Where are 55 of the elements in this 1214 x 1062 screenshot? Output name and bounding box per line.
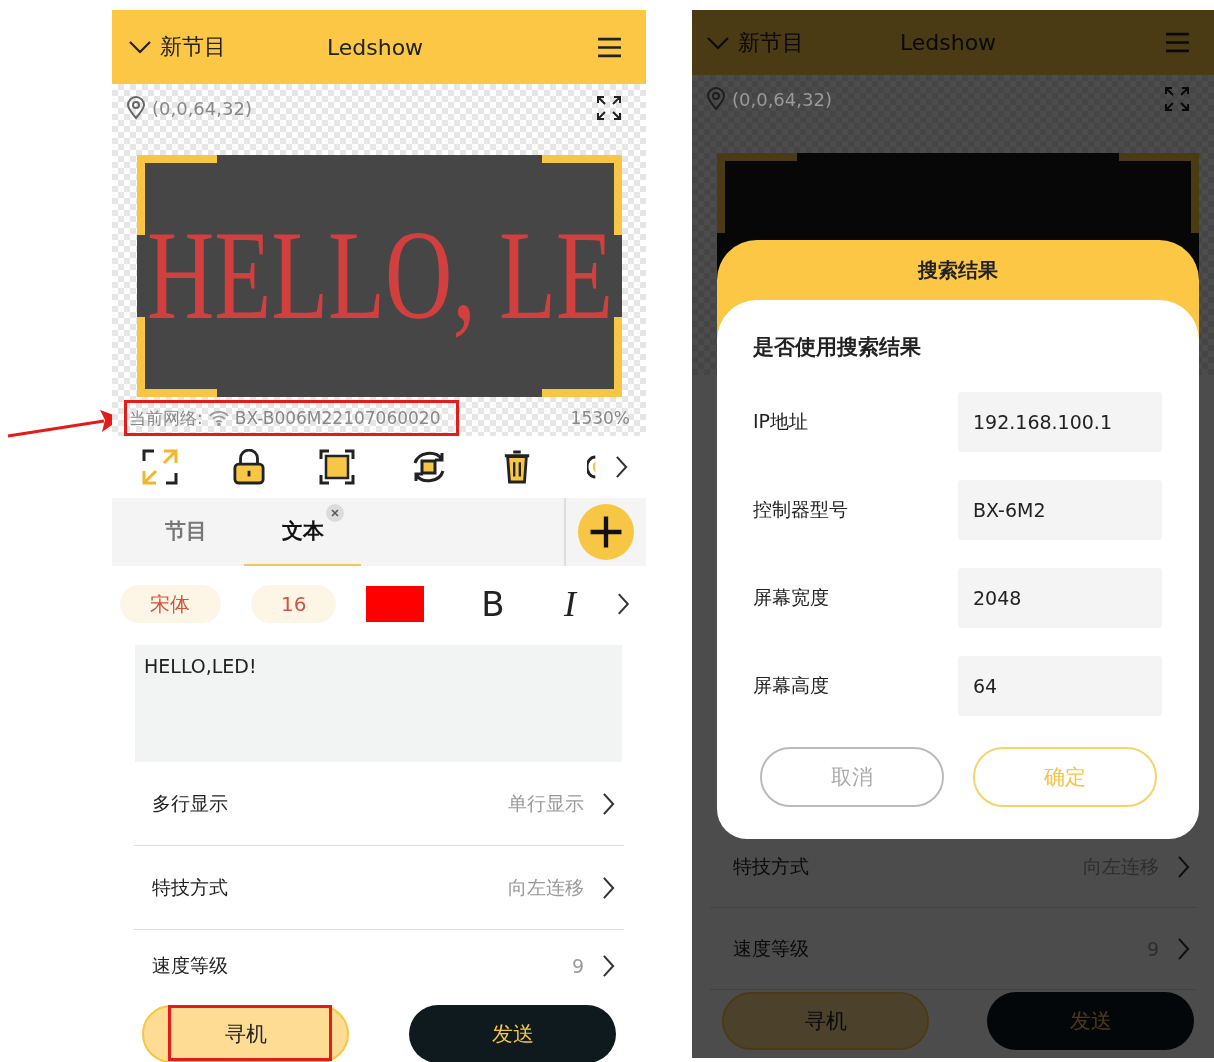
setting-row[interactable]: 多行显示 单行显示	[134, 762, 624, 846]
location-icon	[126, 96, 146, 120]
chevron-right-icon[interactable]	[614, 455, 628, 479]
dialog-question: 是否使用搜索结果	[753, 334, 922, 361]
menu-icon[interactable]	[597, 36, 622, 58]
display-text: HELLO, LE	[146, 213, 613, 339]
bold-button[interactable]: B	[473, 584, 513, 624]
tab[interactable]: 文本	[244, 498, 361, 566]
setting-value: 9	[571, 955, 584, 977]
size-selector[interactable]: 16	[250, 585, 337, 623]
input-field[interactable]: 2048	[958, 568, 1162, 628]
setting-label: 特技方式	[152, 874, 228, 900]
zoom-level: 1530%	[570, 408, 630, 428]
app-title: Ledshow	[326, 34, 424, 60]
tab[interactable]: 节目	[127, 498, 244, 566]
input-field[interactable]: BX-6M2	[958, 480, 1162, 540]
setting-row[interactable]: 速度等级 9	[134, 930, 624, 1002]
chevron-right-icon	[602, 954, 615, 978]
setting-row[interactable]: 特技方式 向左连移	[134, 846, 624, 930]
input-field[interactable]: 64	[958, 656, 1162, 716]
app-title: Ledshow	[899, 30, 997, 55]
field-label: IP地址	[753, 409, 810, 434]
dialog-title: 搜索结果	[916, 256, 999, 284]
field-label: 控制器型号	[753, 497, 849, 522]
font-selector[interactable]: 宋体	[120, 585, 221, 623]
frame-icon[interactable]	[319, 449, 356, 485]
italic-button[interactable]: I	[552, 583, 588, 625]
chevron-right-icon	[602, 791, 615, 816]
fullscreen-icon[interactable]	[596, 95, 622, 121]
position-text: (0,0,64,32)	[732, 88, 832, 110]
fit-screen-icon[interactable]	[142, 449, 178, 485]
chevron-right-icon	[602, 875, 615, 900]
setting-label: 速度等级	[152, 953, 228, 978]
network-name: BX-B006M22107060020	[234, 408, 441, 428]
setting-label: 多行显示	[152, 790, 228, 816]
setting-label: 特技方式	[733, 853, 809, 879]
partial-icon[interactable]	[586, 453, 597, 481]
position-text: (0,0,64,32)	[152, 97, 252, 119]
setting-label: 速度等级	[733, 935, 809, 961]
color-swatch[interactable]	[366, 586, 424, 622]
text-input-field[interactable]: HELLO,LED!	[135, 645, 622, 762]
setting-value: 向左连移	[508, 874, 584, 900]
find-button[interactable]: 寻机	[142, 1005, 349, 1062]
setting-value: 单行显示	[508, 790, 584, 816]
field-label: 屏幕宽度	[753, 585, 830, 610]
input-field[interactable]: 192.168.100.1	[958, 392, 1162, 452]
close-icon[interactable]	[326, 504, 344, 522]
program-name[interactable]: 新节目	[160, 32, 226, 62]
lock-icon[interactable]	[232, 449, 265, 485]
wifi-icon	[208, 410, 229, 426]
field-label: 屏幕高度	[753, 673, 830, 698]
chevron-right-icon[interactable]	[617, 592, 630, 616]
add-icon[interactable]	[578, 504, 634, 560]
send-button[interactable]: 发送	[409, 1005, 616, 1062]
network-label: 当前网络:	[129, 406, 203, 430]
